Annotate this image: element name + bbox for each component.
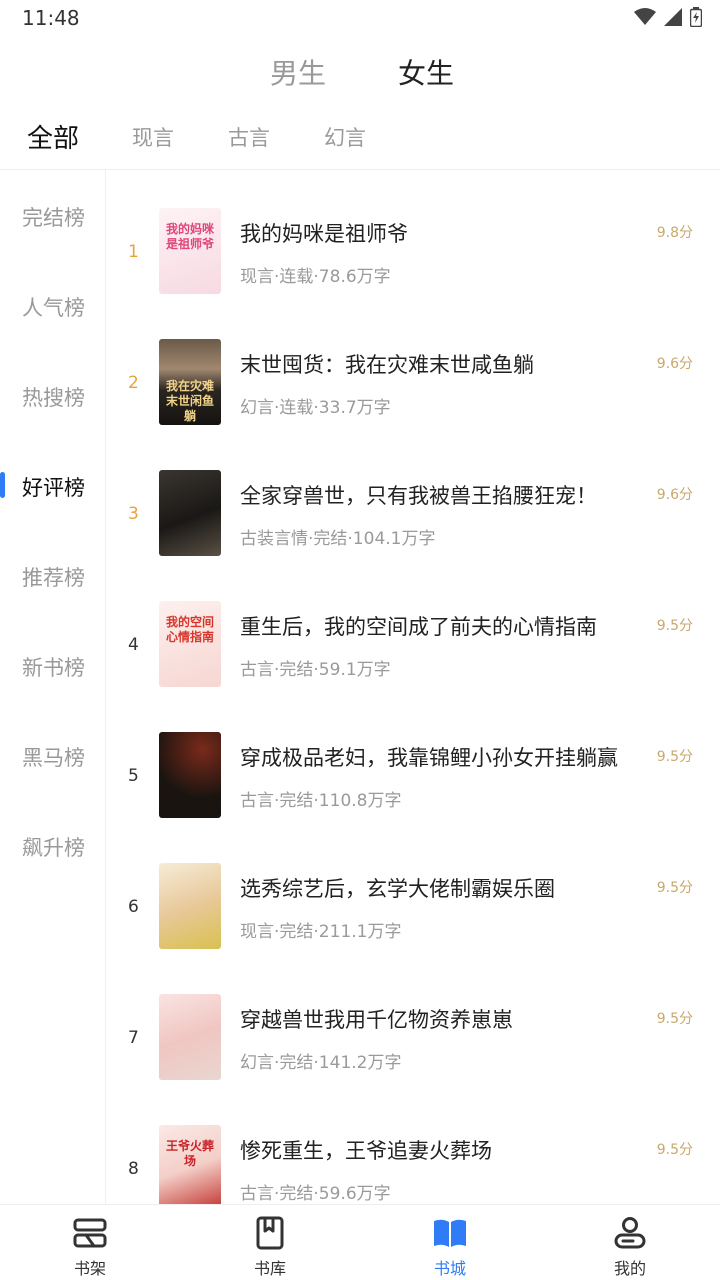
book-title: 惨死重生，王爷追妻火葬场 xyxy=(240,1139,492,1163)
tab-fantasy-romance[interactable]: 幻言 xyxy=(324,122,366,152)
book-title: 末世囤货：我在灾难末世咸鱼躺 xyxy=(240,353,534,377)
rank-number: 8 xyxy=(128,1159,139,1179)
sidebar-item-hot-search[interactable]: 热搜榜 xyxy=(0,350,106,440)
ranking-sidebar: 完结榜 人气榜 热搜榜 好评榜 推荐榜 新书榜 黑马榜 飙升榜 xyxy=(0,170,106,1204)
list-item[interactable]: 5 穿成极品老妇，我靠锦鲤小孙女开挂躺赢 古言·完结·110.8万字 9.5分 xyxy=(107,694,720,825)
sidebar-item-popular[interactable]: 人气榜 xyxy=(0,260,106,350)
rank-number: 3 xyxy=(128,504,139,524)
wifi-icon xyxy=(634,8,656,25)
rank-number: 5 xyxy=(128,766,139,786)
gender-tabs: 男生 女生 xyxy=(0,52,720,102)
sidebar-item-label: 新书榜 xyxy=(22,656,85,680)
book-score: 9.5分 xyxy=(656,1142,693,1158)
book-score: 9.5分 xyxy=(656,749,693,765)
sidebar-item-top-rated[interactable]: 好评榜 xyxy=(0,440,106,530)
status-icons xyxy=(634,7,702,27)
book-score: 9.5分 xyxy=(656,618,693,634)
book-cover[interactable]: 我的空间心情指南 xyxy=(159,601,221,687)
user-icon xyxy=(614,1217,646,1249)
book-cover[interactable] xyxy=(159,732,221,818)
nav-bookshelf[interactable]: 书架 xyxy=(0,1205,180,1280)
sidebar-item-label: 飙升榜 xyxy=(22,836,85,860)
open-book-icon xyxy=(434,1219,466,1247)
active-indicator xyxy=(0,472,5,498)
battery-icon xyxy=(690,7,702,27)
status-time: 11:48 xyxy=(22,6,80,30)
nav-bookstore[interactable]: 书城 xyxy=(360,1205,540,1280)
book-cover[interactable] xyxy=(159,470,221,556)
nav-label: 书架 xyxy=(73,1259,106,1278)
book-meta: 古言·完结·59.6万字 xyxy=(240,1184,391,1204)
book-cover[interactable] xyxy=(159,863,221,949)
sidebar-item-label: 人气榜 xyxy=(22,296,85,320)
book-meta: 现言·连载·78.6万字 xyxy=(240,267,391,287)
nav-profile[interactable]: 我的 xyxy=(540,1205,720,1280)
book-cover[interactable]: 我在灾难末世闲鱼躺 xyxy=(159,339,221,425)
book-meta: 现言·完结·211.1万字 xyxy=(240,922,402,942)
book-score: 9.8分 xyxy=(656,225,693,241)
list-item[interactable]: 3 全家穿兽世，只有我被兽王掐腰狂宠！ 古装言情·完结·104.1万字 9.6分 xyxy=(107,432,720,563)
signal-icon xyxy=(664,8,682,26)
book-score: 9.5分 xyxy=(656,1011,693,1027)
book-meta: 古言·完结·59.1万字 xyxy=(240,660,391,680)
cover-text: 我的空间心情指南 xyxy=(165,615,214,644)
sidebar-item-new-books[interactable]: 新书榜 xyxy=(0,620,106,710)
sidebar-item-rising[interactable]: 飙升榜 xyxy=(0,800,106,890)
rank-number: 7 xyxy=(128,1028,139,1048)
book-meta: 古言·完结·110.8万字 xyxy=(240,791,402,811)
sidebar-item-label: 热搜榜 xyxy=(22,386,85,410)
tab-male[interactable]: 男生 xyxy=(270,52,326,92)
sidebar-item-recommended[interactable]: 推荐榜 xyxy=(0,530,106,620)
nav-label: 书城 xyxy=(433,1259,466,1278)
bottom-nav: 书架 书库 书城 我的 xyxy=(0,1204,720,1280)
book-title: 穿越兽世我用千亿物资养崽崽 xyxy=(240,1008,513,1032)
tab-modern-romance[interactable]: 现言 xyxy=(132,122,174,152)
book-list: 1 我的妈咪是祖师爷 我的妈咪是祖师爷 现言·连载·78.6万字 9.8分 2 … xyxy=(107,170,720,1204)
book-title: 重生后，我的空间成了前夫的心情指南 xyxy=(240,615,597,639)
rank-number: 1 xyxy=(128,242,139,262)
sidebar-item-label: 完结榜 xyxy=(22,206,85,230)
sidebar-item-label: 黑马榜 xyxy=(22,746,85,770)
rank-number: 2 xyxy=(128,373,139,393)
tab-ancient-romance[interactable]: 古言 xyxy=(228,122,270,152)
book-score: 9.6分 xyxy=(656,487,693,503)
list-item[interactable]: 4 我的空间心情指南 重生后，我的空间成了前夫的心情指南 古言·完结·59.1万… xyxy=(107,563,720,694)
book-cover[interactable] xyxy=(159,994,221,1080)
cover-text: 王爷火葬场 xyxy=(165,1139,214,1168)
book-title: 选秀综艺后，玄学大佬制霸娱乐圈 xyxy=(240,877,555,901)
sidebar-item-label: 推荐榜 xyxy=(22,566,85,590)
book-title: 穿成极品老妇，我靠锦鲤小孙女开挂躺赢 xyxy=(240,746,618,770)
cover-text: 我的妈咪是祖师爷 xyxy=(165,222,214,251)
status-bar: 11:48 xyxy=(0,0,720,36)
book-icon xyxy=(256,1216,284,1250)
category-tabs: 全部 现言 古言 幻言 xyxy=(0,114,720,164)
bookshelf-icon xyxy=(73,1218,107,1248)
book-cover[interactable]: 我的妈咪是祖师爷 xyxy=(159,208,221,294)
tab-female[interactable]: 女生 xyxy=(398,52,454,92)
nav-library[interactable]: 书库 xyxy=(180,1205,360,1280)
list-item[interactable]: 8 王爷火葬场 惨死重生，王爷追妻火葬场 古言·完结·59.6万字 9.5分 xyxy=(107,1087,720,1204)
book-meta: 幻言·完结·141.2万字 xyxy=(240,1053,402,1073)
book-title: 我的妈咪是祖师爷 xyxy=(240,222,408,246)
book-score: 9.5分 xyxy=(656,880,693,896)
rank-number: 4 xyxy=(128,635,139,655)
list-item[interactable]: 7 穿越兽世我用千亿物资养崽崽 幻言·完结·141.2万字 9.5分 xyxy=(107,956,720,1087)
book-title: 全家穿兽世，只有我被兽王掐腰狂宠！ xyxy=(240,484,597,508)
rank-number: 6 xyxy=(128,897,139,917)
book-meta: 古装言情·完结·104.1万字 xyxy=(240,529,436,549)
tab-all[interactable]: 全部 xyxy=(27,118,79,155)
cover-text: 我在灾难末世闲鱼躺 xyxy=(165,379,214,423)
list-item[interactable]: 1 我的妈咪是祖师爷 我的妈咪是祖师爷 现言·连载·78.6万字 9.8分 xyxy=(107,170,720,301)
book-meta: 幻言·连载·33.7万字 xyxy=(240,398,391,418)
sidebar-item-label: 好评榜 xyxy=(22,476,85,500)
sidebar-item-dark-horse[interactable]: 黑马榜 xyxy=(0,710,106,800)
book-score: 9.6分 xyxy=(656,356,693,372)
book-cover[interactable]: 王爷火葬场 xyxy=(159,1125,221,1204)
list-item[interactable]: 2 我在灾难末世闲鱼躺 末世囤货：我在灾难末世咸鱼躺 幻言·连载·33.7万字 … xyxy=(107,301,720,432)
nav-label: 我的 xyxy=(613,1259,646,1278)
nav-label: 书库 xyxy=(253,1259,286,1278)
sidebar-item-completed[interactable]: 完结榜 xyxy=(0,170,106,260)
list-item[interactable]: 6 选秀综艺后，玄学大佬制霸娱乐圈 现言·完结·211.1万字 9.5分 xyxy=(107,825,720,956)
